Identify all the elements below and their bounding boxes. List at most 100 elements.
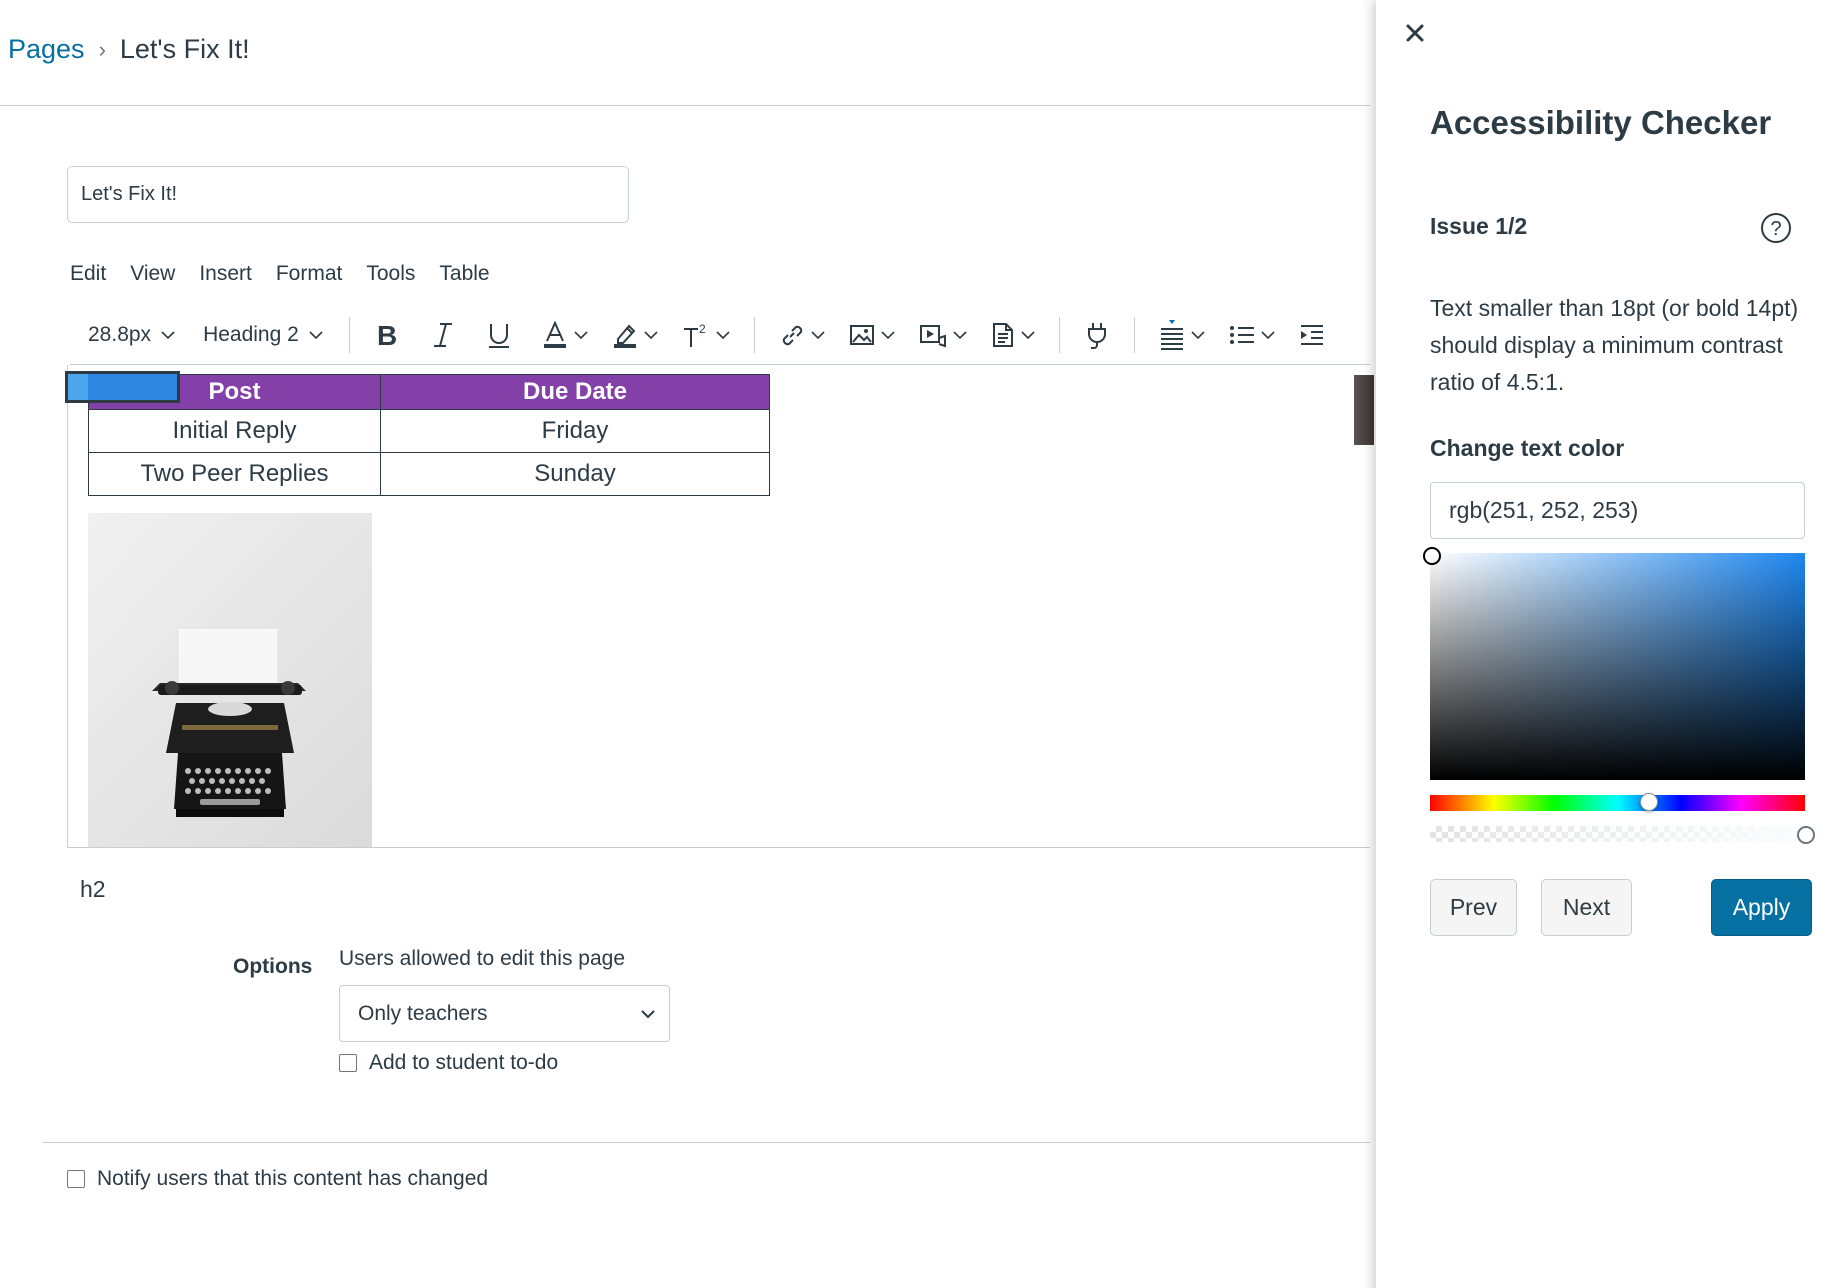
help-icon[interactable]: ? bbox=[1760, 212, 1792, 244]
chevron-down-icon bbox=[881, 330, 895, 339]
indent-icon bbox=[1300, 324, 1323, 345]
plugin-icon bbox=[1087, 322, 1106, 349]
highlight-button[interactable] bbox=[604, 321, 666, 349]
image-icon bbox=[849, 324, 874, 345]
notify-checkbox[interactable] bbox=[67, 1170, 85, 1188]
editor-content[interactable]: Post Due Date Initial Reply Friday Two P… bbox=[65, 365, 1374, 848]
chevron-down-icon bbox=[641, 1009, 655, 1018]
superscript-button[interactable]: 2 bbox=[674, 321, 738, 349]
bold-button[interactable]: B bbox=[366, 321, 408, 349]
student-todo-option: Add to student to-do bbox=[339, 1051, 558, 1075]
table-row: Initial Reply Friday bbox=[88, 409, 770, 453]
table-cell[interactable]: Friday bbox=[380, 409, 770, 453]
edit-permission-value: Only teachers bbox=[358, 1001, 488, 1025]
plugin-button[interactable] bbox=[1076, 321, 1118, 349]
align-icon bbox=[1160, 319, 1183, 350]
hue-slider-handle[interactable] bbox=[1640, 793, 1658, 811]
breadcrumb-current: Let's Fix It! bbox=[119, 34, 250, 64]
chevron-down-icon bbox=[811, 330, 825, 339]
align-button[interactable] bbox=[1151, 319, 1213, 350]
toolbar-divider bbox=[1133, 316, 1135, 353]
page-title-input[interactable] bbox=[67, 166, 629, 223]
menu-tools[interactable]: Tools bbox=[366, 262, 415, 286]
italic-button[interactable] bbox=[422, 321, 464, 349]
prev-issue-button[interactable]: Prev bbox=[1430, 879, 1517, 936]
document-button[interactable] bbox=[983, 322, 1043, 348]
list-button[interactable] bbox=[1221, 323, 1283, 347]
next-issue-button[interactable]: Next bbox=[1541, 879, 1632, 936]
chevron-down-icon bbox=[574, 330, 588, 339]
menu-insert[interactable]: Insert bbox=[199, 262, 252, 286]
menu-table[interactable]: Table bbox=[439, 262, 489, 286]
color-saturation-picker[interactable] bbox=[1430, 553, 1805, 780]
table-cell[interactable]: Two Peer Replies bbox=[88, 452, 381, 496]
underline-button[interactable] bbox=[478, 321, 520, 349]
student-todo-checkbox[interactable] bbox=[339, 1054, 357, 1072]
chevron-down-icon bbox=[644, 330, 658, 339]
text-color-button[interactable] bbox=[534, 320, 596, 349]
chevron-down-icon bbox=[309, 330, 323, 339]
chevron-down-icon bbox=[1021, 330, 1035, 339]
color-value-input[interactable] bbox=[1430, 482, 1805, 539]
notify-option: Notify users that this content has chang… bbox=[67, 1167, 488, 1191]
hue-slider[interactable] bbox=[1430, 795, 1805, 811]
change-color-label: Change text color bbox=[1430, 435, 1625, 461]
table-cell[interactable]: Sunday bbox=[380, 452, 770, 496]
edit-permission-select[interactable]: Only teachers bbox=[339, 985, 670, 1042]
toolbar-divider bbox=[753, 316, 755, 353]
image-button[interactable] bbox=[841, 322, 903, 348]
toolbar-divider bbox=[1058, 316, 1060, 353]
breadcrumb-separator: › bbox=[98, 36, 106, 62]
editor-menubar: Edit View Insert Format Tools Table bbox=[70, 262, 514, 286]
svg-text:?: ? bbox=[1770, 218, 1781, 240]
document-icon bbox=[992, 322, 1013, 347]
table-header-row: Post Due Date bbox=[88, 374, 770, 410]
text-color-icon bbox=[543, 320, 566, 348]
chevron-down-icon bbox=[716, 330, 730, 339]
issue-counter: Issue 1/2 bbox=[1430, 213, 1528, 239]
italic-icon bbox=[433, 322, 452, 347]
svg-text:2: 2 bbox=[699, 322, 706, 336]
apply-button[interactable]: Apply bbox=[1711, 879, 1812, 936]
chevron-down-icon bbox=[953, 330, 967, 339]
due-dates-table[interactable]: Post Due Date Initial Reply Friday Two P… bbox=[88, 374, 770, 496]
font-size-select[interactable]: 28.8px bbox=[70, 323, 185, 347]
options-label: Options bbox=[233, 955, 313, 978]
superscript-icon: 2 bbox=[683, 322, 706, 347]
menu-view[interactable]: View bbox=[130, 262, 175, 286]
font-size-value: 28.8px bbox=[88, 322, 152, 346]
indent-button[interactable] bbox=[1291, 323, 1333, 347]
alpha-slider-handle[interactable] bbox=[1797, 826, 1815, 844]
alpha-slider[interactable] bbox=[1430, 826, 1805, 842]
divider bbox=[42, 1142, 1370, 1143]
menu-edit[interactable]: Edit bbox=[70, 262, 106, 286]
typewriter-image[interactable] bbox=[88, 513, 372, 847]
issue-description: Text smaller than 18pt (or bold 14pt) sh… bbox=[1430, 295, 1799, 395]
edit-permission-label: Users allowed to edit this page bbox=[339, 947, 625, 970]
media-button[interactable] bbox=[911, 322, 975, 348]
menu-format[interactable]: Format bbox=[276, 262, 343, 286]
highlight-icon bbox=[613, 324, 636, 348]
close-icon[interactable] bbox=[1400, 18, 1430, 48]
tray-title: Accessibility Checker bbox=[1430, 104, 1772, 141]
table-header-cell[interactable]: Due Date bbox=[380, 374, 770, 410]
underline-icon bbox=[488, 323, 509, 348]
page-header: Pages › Let's Fix It! bbox=[0, 0, 1370, 106]
link-button[interactable] bbox=[771, 322, 833, 348]
bold-icon: B bbox=[377, 321, 397, 349]
color-picker-handle[interactable] bbox=[1423, 547, 1441, 565]
notify-label[interactable]: Notify users that this content has chang… bbox=[97, 1167, 488, 1191]
block-format-value: Heading 2 bbox=[203, 322, 299, 346]
table-row: Two Peer Replies Sunday bbox=[88, 452, 770, 496]
breadcrumb-pages-link[interactable]: Pages bbox=[8, 34, 85, 65]
element-path: h2 bbox=[80, 876, 106, 902]
block-format-select[interactable]: Heading 2 bbox=[185, 323, 333, 347]
list-icon bbox=[1229, 325, 1254, 344]
link-icon bbox=[782, 325, 802, 345]
chevron-down-icon bbox=[161, 330, 175, 339]
typewriter-illustration bbox=[152, 627, 306, 817]
chevron-down-icon bbox=[1191, 330, 1205, 339]
selected-text-highlight bbox=[65, 371, 180, 403]
student-todo-label[interactable]: Add to student to-do bbox=[369, 1051, 558, 1075]
table-cell[interactable]: Initial Reply bbox=[88, 409, 381, 453]
